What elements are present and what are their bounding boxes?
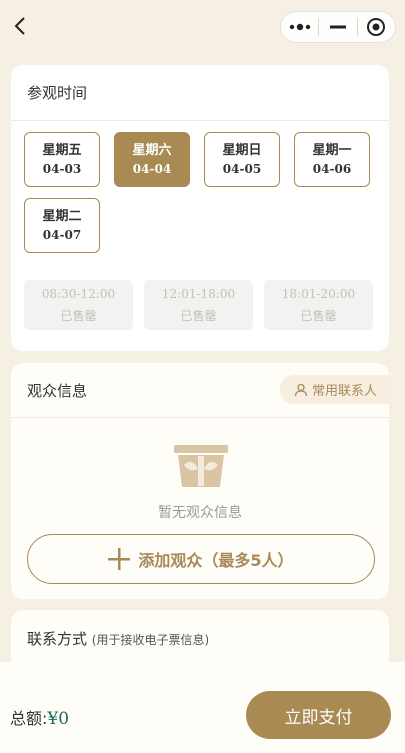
more-button[interactable] bbox=[281, 12, 318, 42]
time-slot-status: 已售罄 bbox=[300, 309, 337, 323]
time-slot-range: 12:01-18:00 bbox=[161, 287, 236, 301]
date-option-selected[interactable]: 星期六 04-04 bbox=[114, 132, 190, 187]
contact-header: 联系方式 (用于接收电子票信息) bbox=[27, 628, 209, 649]
time-slot-sold-out: 08:30-12:00 已售罄 bbox=[24, 280, 133, 330]
visit-time-title: 参观时间 bbox=[11, 65, 389, 121]
date-weekday: 星期六 bbox=[132, 142, 172, 158]
minimize-icon bbox=[329, 25, 346, 29]
more-dots-icon bbox=[289, 23, 310, 31]
time-slot-sold-out: 12:01-18:00 已售罄 bbox=[144, 280, 253, 330]
date-option[interactable]: 星期二 04-07 bbox=[24, 198, 100, 253]
visit-time-card: 参观时间 星期五 04-03 星期六 04-04 星期日 04-05 星期一 0… bbox=[11, 65, 389, 351]
contact-subtitle: (用于接收电子票信息) bbox=[91, 633, 210, 647]
contact-card: 联系方式 (用于接收电子票信息) bbox=[11, 610, 389, 670]
total-label: 总额: bbox=[10, 709, 48, 728]
audience-header: 观众信息 常用联系人 bbox=[11, 363, 389, 418]
audience-card: 观众信息 常用联系人 暂无观众信息 添加观众（最多5人） bbox=[11, 363, 389, 599]
date-weekday: 星期一 bbox=[312, 142, 352, 158]
total-amount: 总额:¥0 bbox=[10, 705, 69, 729]
time-slot-status: 已售罄 bbox=[60, 309, 97, 323]
date-weekday: 星期二 bbox=[42, 208, 82, 224]
bottom-pay-bar: 总额:¥0 立即支付 bbox=[0, 662, 405, 753]
date-value: 04-03 bbox=[42, 161, 82, 176]
back-button[interactable] bbox=[6, 12, 34, 40]
time-slot-status: 已售罄 bbox=[180, 309, 217, 323]
date-option[interactable]: 星期一 04-06 bbox=[294, 132, 370, 187]
empty-audience-text: 暂无观众信息 bbox=[158, 505, 242, 521]
date-option[interactable]: 星期日 04-05 bbox=[204, 132, 280, 187]
date-option[interactable]: 星期五 04-03 bbox=[24, 132, 100, 187]
date-value: 04-04 bbox=[132, 161, 172, 176]
plus-icon bbox=[108, 548, 131, 570]
time-slot-range: 18:01-20:00 bbox=[281, 287, 356, 301]
target-icon bbox=[367, 18, 386, 36]
date-value: 04-06 bbox=[312, 161, 352, 176]
date-weekday: 星期五 bbox=[42, 142, 82, 158]
person-icon bbox=[294, 383, 308, 396]
frequent-contacts-label: 常用联系人 bbox=[311, 384, 377, 399]
contact-title: 联系方式 bbox=[27, 630, 88, 648]
top-nav-bar bbox=[0, 0, 405, 56]
close-miniprogram-button[interactable] bbox=[358, 12, 395, 42]
time-slot-range: 08:30-12:00 bbox=[41, 287, 116, 301]
minimize-button[interactable] bbox=[319, 12, 356, 42]
add-audience-button[interactable]: 添加观众（最多5人） bbox=[27, 534, 375, 584]
pay-now-button[interactable]: 立即支付 bbox=[246, 691, 391, 739]
date-weekday: 星期日 bbox=[222, 142, 262, 158]
frequent-contacts-button[interactable]: 常用联系人 bbox=[279, 375, 389, 404]
audience-title: 观众信息 bbox=[27, 381, 88, 400]
mini-program-capsule bbox=[280, 11, 396, 43]
date-value: 04-05 bbox=[222, 161, 262, 176]
total-value: ¥0 bbox=[47, 709, 70, 729]
time-slot-sold-out: 18:01-20:00 已售罄 bbox=[264, 280, 373, 330]
chevron-left-icon bbox=[14, 17, 25, 35]
bronze-mask-icon bbox=[174, 445, 228, 487]
date-value: 04-07 bbox=[42, 227, 82, 242]
add-audience-label: 添加观众（最多5人） bbox=[138, 551, 294, 570]
